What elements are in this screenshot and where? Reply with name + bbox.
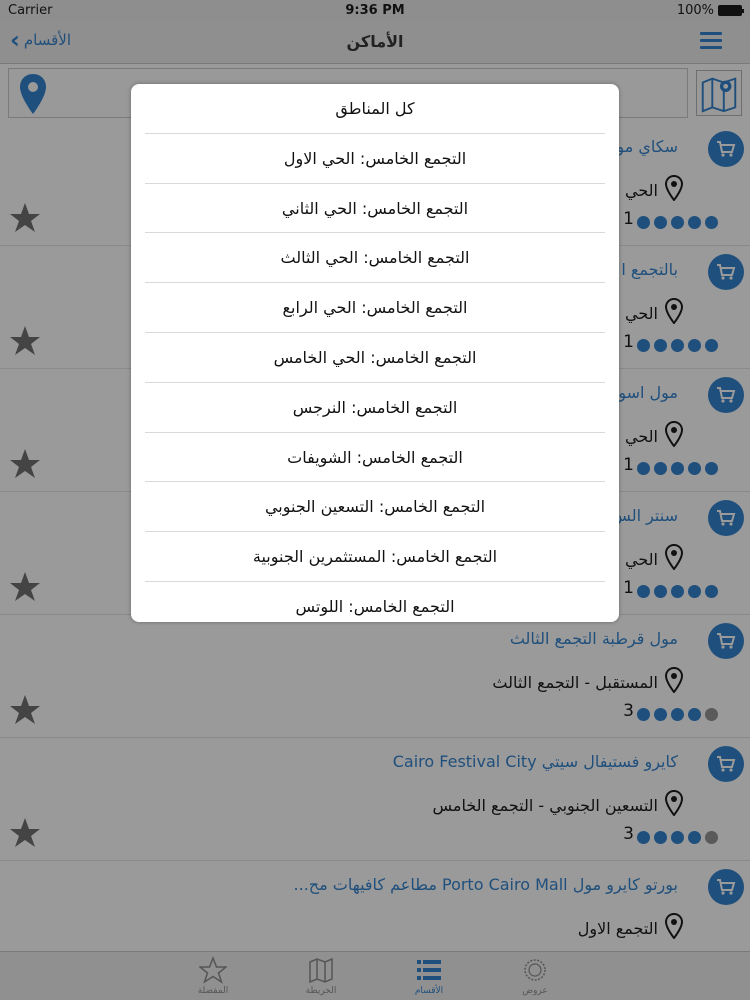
rating-value: 1 (623, 209, 634, 229)
region-option[interactable]: التجمع الخامس: اللوتس (145, 582, 605, 622)
rating-value: 1 (623, 455, 634, 475)
region-option[interactable]: التجمع الخامس: الحي الخامس (145, 333, 605, 383)
star-icon[interactable] (8, 693, 42, 727)
tab-offers[interactable]: عروض (495, 956, 575, 996)
cart-icon[interactable] (708, 746, 744, 782)
star-icon (199, 956, 227, 984)
list-icon (417, 960, 441, 980)
place-address: الحي (625, 550, 658, 569)
region-option[interactable]: التجمع الخامس: الحي الثالث (145, 233, 605, 284)
rating-dots (637, 462, 718, 475)
star-icon[interactable] (8, 447, 42, 481)
status-bar: Carrier 9:36 PM 100% (0, 0, 750, 22)
location-pin-icon[interactable] (18, 72, 48, 116)
hamburger-icon (700, 32, 722, 35)
location-pin-icon (664, 421, 684, 447)
place-address: التجمع الاول (577, 919, 658, 938)
place-address: المستقبل - التجمع الثالث (492, 673, 658, 692)
battery-icon (718, 5, 744, 16)
region-option[interactable]: التجمع الخامس: الحي الرابع (145, 283, 605, 333)
rating-dots (637, 831, 718, 844)
region-option[interactable]: التجمع الخامس: الحي الاول (145, 134, 605, 184)
cart-icon[interactable] (708, 131, 744, 167)
tab-map[interactable]: الخريطة (281, 956, 361, 996)
tab-label: الخريطة (305, 986, 337, 996)
battery-percent: 100% (676, 3, 714, 18)
star-icon[interactable] (8, 570, 42, 604)
location-pin-icon (664, 790, 684, 816)
region-option[interactable]: كل المناطق (145, 84, 605, 134)
cart-icon[interactable] (708, 500, 744, 536)
region-option[interactable]: التجمع الخامس: الحي الثاني (145, 184, 605, 234)
tab-label: الأقسام (414, 986, 444, 996)
region-picker-modal: كل المناطق التجمع الخامس: الحي الاول الت… (131, 84, 619, 622)
place-name[interactable]: سنتر الس (611, 506, 678, 525)
tab-label: المفضلة (197, 986, 229, 996)
region-option[interactable]: التجمع الخامس: الشويفات (145, 433, 605, 483)
place-name[interactable]: بورتو كايرو مول Porto Cairo Mall مطاعم ك… (294, 875, 678, 894)
region-option[interactable]: التجمع الخامس: النرجس (145, 383, 605, 433)
location-pin-icon (664, 913, 684, 939)
cart-icon[interactable] (708, 869, 744, 905)
tab-bar: المفضلة الخريطة الأقسام عروض (0, 951, 750, 1000)
rating-value: 3 (623, 824, 634, 844)
place-address: التسعين الجنوبي - التجمع الخامس (432, 796, 658, 815)
map-icon (309, 957, 333, 984)
cart-icon[interactable] (708, 377, 744, 413)
location-pin-icon (664, 667, 684, 693)
cart-icon[interactable] (708, 254, 744, 290)
battery-indicator: 100% (676, 3, 744, 18)
rating-value: 1 (623, 332, 634, 352)
map-icon[interactable] (696, 70, 742, 116)
rating-dots (637, 585, 718, 598)
place-address: الحي (625, 427, 658, 446)
tab-categories[interactable]: الأقسام (389, 956, 469, 996)
tab-label: عروض (522, 986, 548, 996)
menu-button[interactable] (700, 32, 722, 50)
place-name[interactable]: مول قرطبة التجمع الثالث (510, 629, 678, 648)
place-address: الحي (625, 304, 658, 323)
place-address: الحي (625, 181, 658, 200)
rating-dots (637, 216, 718, 229)
place-name[interactable]: بالتجمع ا (621, 260, 678, 279)
star-icon[interactable] (8, 201, 42, 235)
location-pin-icon (664, 298, 684, 324)
list-item[interactable]: كايرو فستيفال سيتي Cairo Festival City ا… (0, 738, 750, 861)
navigation-bar: ‹ الأقسام الأماكن (0, 22, 750, 64)
list-item[interactable]: مول قرطبة التجمع الثالث المستقبل - التجم… (0, 615, 750, 738)
place-name[interactable]: سكاي مو (616, 137, 678, 156)
place-name[interactable]: كايرو فستيفال سيتي Cairo Festival City (393, 752, 678, 771)
clock: 9:36 PM (345, 3, 405, 18)
star-icon[interactable] (8, 816, 42, 850)
rating-value: 3 (623, 701, 634, 721)
place-name[interactable]: مول اسوا (614, 383, 678, 402)
rating-value: 1 (623, 578, 634, 598)
location-pin-icon (664, 544, 684, 570)
region-option[interactable]: التجمع الخامس: المستثمرين الجنوبية (145, 532, 605, 582)
rating-dots (637, 708, 718, 721)
page-title: الأماكن (346, 32, 404, 51)
rating-dots (637, 339, 718, 352)
region-option[interactable]: التجمع الخامس: التسعين الجنوبي (145, 482, 605, 533)
location-pin-icon (664, 175, 684, 201)
tab-favorites[interactable]: المفضلة (173, 956, 253, 996)
gear-badge-icon (524, 959, 546, 981)
star-icon[interactable] (8, 324, 42, 358)
cart-icon[interactable] (708, 623, 744, 659)
